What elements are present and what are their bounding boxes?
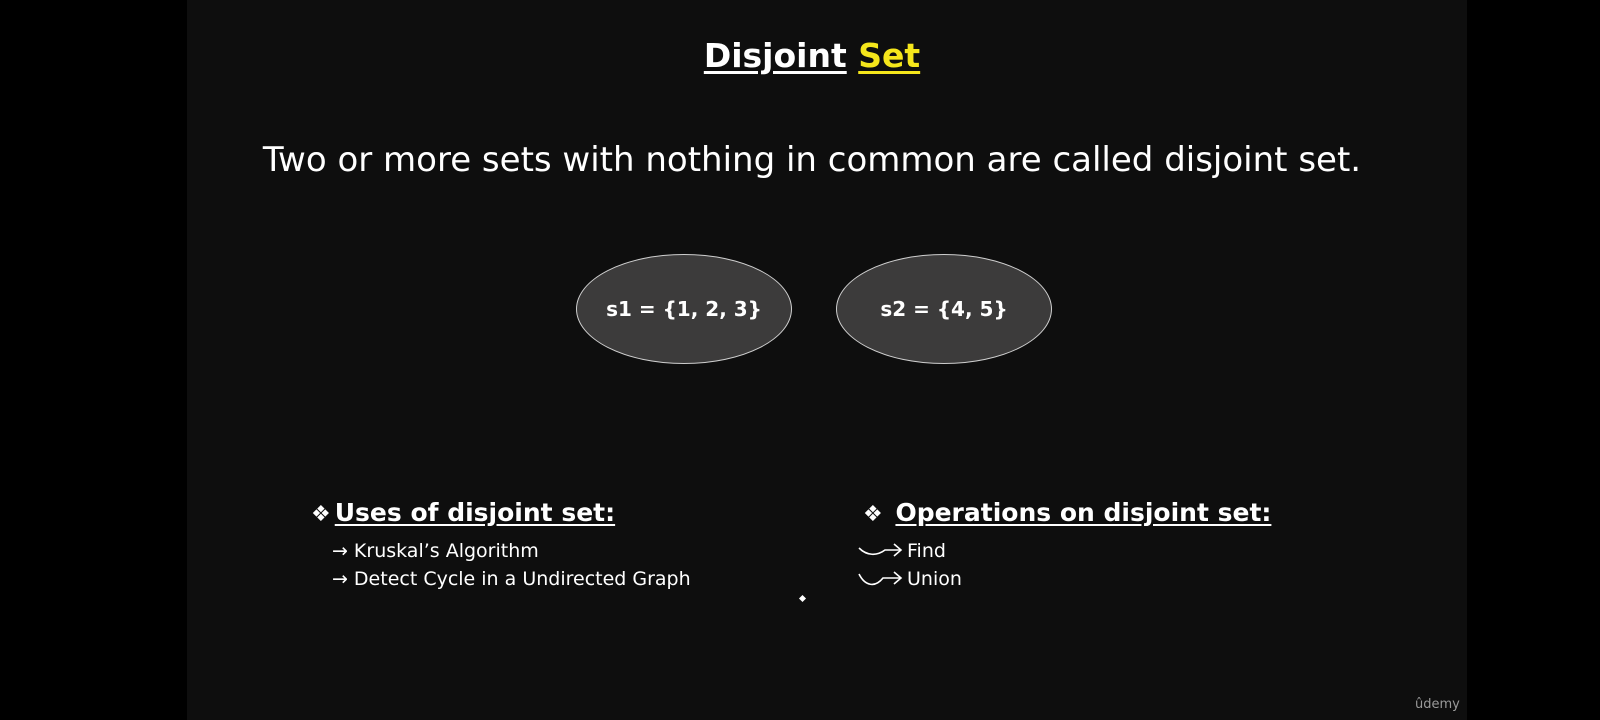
operation-item: Union <box>857 568 962 590</box>
operation-item-label: Union <box>907 568 962 590</box>
udemy-watermark: ûdemy <box>1415 697 1460 712</box>
diamond-bullet-icon: ❖ <box>863 502 883 527</box>
use-item: → Kruskal’s Algorithm <box>332 540 539 562</box>
operations-heading: ❖ Operations on disjoint set: <box>863 498 1271 527</box>
slide-title: Disjoint Set <box>187 36 1437 75</box>
pointer-dot <box>798 594 807 603</box>
arrow-right-icon: → <box>332 540 348 562</box>
use-item: → Detect Cycle in a Undirected Graph <box>332 568 691 590</box>
video-viewport: Disjoint Set Two or more sets with nothi… <box>0 0 1600 720</box>
slide: Disjoint Set Two or more sets with nothi… <box>187 0 1467 720</box>
curved-arrow-icon <box>858 542 903 557</box>
title-word-disjoint: Disjoint <box>703 36 847 75</box>
operation-item: Find <box>857 540 946 562</box>
set-s1-ellipse: s1 = {1, 2, 3} <box>576 254 792 364</box>
set-s2-label: s2 = {4, 5} <box>880 297 1008 321</box>
use-item-label: Kruskal’s Algorithm <box>353 540 539 562</box>
operation-item-label: Find <box>907 540 946 562</box>
uses-heading: ❖ Uses of disjoint set: <box>311 498 615 527</box>
set-s1-label: s1 = {1, 2, 3} <box>606 297 762 321</box>
diamond-bullet-icon: ❖ <box>311 502 331 527</box>
definition-text: Two or more sets with nothing in common … <box>262 140 1362 180</box>
title-word-set: Set <box>858 36 921 75</box>
curved-arrow-icon <box>858 570 903 585</box>
uses-heading-label: Uses of disjoint set: <box>334 498 616 527</box>
use-item-label: Detect Cycle in a Undirected Graph <box>353 568 691 590</box>
set-s2-ellipse: s2 = {4, 5} <box>836 254 1052 364</box>
arrow-right-icon: → <box>332 568 348 590</box>
operations-heading-label: Operations on disjoint set: <box>895 498 1272 527</box>
